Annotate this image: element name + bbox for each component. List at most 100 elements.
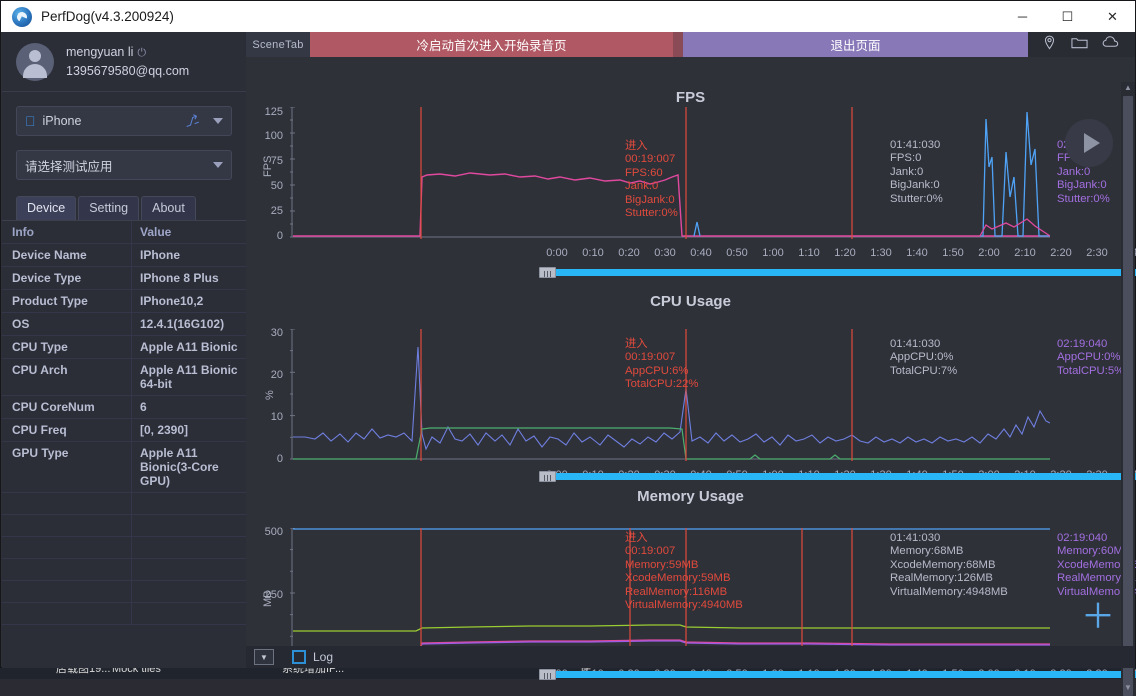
row-label: GPU Type: [2, 442, 132, 492]
chart-title: Memory Usage: [246, 488, 1135, 505]
scene-segment-cold-start[interactable]: 冷启动首次进入开始录音页: [310, 32, 673, 57]
row-label: Product Type: [2, 290, 132, 312]
chevron-down-icon[interactable]: [213, 118, 223, 124]
scrollbar-cpu[interactable]: [539, 471, 1136, 482]
annotation-marker1-cpu: 01:41:030 AppCPU:0% TotalCPU:7%: [890, 338, 957, 378]
vertical-scrollbar[interactable]: ▲ ▼: [1121, 82, 1135, 693]
x-tick: 0:50: [719, 247, 755, 259]
scrollbar-grip-left[interactable]: [539, 267, 556, 278]
y-tick: 30: [249, 327, 283, 339]
log-checkbox[interactable]: [292, 650, 306, 664]
scene-tab-bar: SceneTab 冷启动首次进入开始录音页 退出页面: [246, 32, 1135, 57]
location-pin-icon[interactable]: [1042, 35, 1057, 55]
row-value: IPhone: [132, 244, 246, 266]
perfdog-window: PerfDog(v4.3.200924) ─ ☐ ✕ mengyuan li⏻ …: [0, 0, 1136, 668]
scene-segment-exit-page[interactable]: 退出页面: [683, 32, 1028, 57]
scroll-up-icon[interactable]: ▲: [1124, 83, 1132, 92]
table-row[interactable]: CPU Freq [0, 2390]: [2, 419, 246, 442]
scrollbar-grip-left[interactable]: [539, 669, 556, 680]
sidebar: mengyuan li⏻ 1395679580@qq.com  iPhone …: [2, 32, 246, 668]
row-value: Apple A11 Bionic(3-Core GPU): [132, 442, 246, 492]
scrollbar-track[interactable]: [539, 671, 1136, 678]
close-button[interactable]: ✕: [1090, 1, 1135, 32]
usb-connection-icon: ⎇: [182, 111, 202, 131]
window-title: PerfDog(v4.3.200924): [41, 9, 174, 24]
x-tick: 2:10: [1007, 247, 1043, 259]
add-metric-button[interactable]: ＋: [1081, 602, 1115, 636]
column-header-info: Info: [2, 221, 132, 243]
y-tick: 10: [249, 411, 283, 423]
tab-about[interactable]: About: [141, 196, 196, 220]
table-row[interactable]: OS 12.4.1(16G102): [2, 313, 246, 336]
apple-icon: : [25, 113, 36, 129]
x-tick: 0:30: [647, 247, 683, 259]
tab-device[interactable]: Device: [16, 196, 76, 220]
play-button[interactable]: [1065, 119, 1113, 167]
tab-setting[interactable]: Setting: [78, 196, 139, 220]
x-tick: 0:20: [611, 247, 647, 259]
table-row[interactable]: CPU Type Apple A11 Bionic: [2, 336, 246, 359]
chevron-down-icon[interactable]: [213, 162, 223, 168]
annotation-marker2-cpu: 02:19:040 AppCPU:0% TotalCPU:5%: [1057, 338, 1124, 378]
sidebar-tabs: Device Setting About: [16, 196, 246, 220]
scroll-down-icon[interactable]: ▼: [1124, 683, 1132, 692]
row-value: Apple A11 Bionic: [132, 336, 246, 358]
y-tick: 100: [249, 130, 283, 142]
device-info-table: Info Value Device Name IPhone Device Typ…: [2, 220, 246, 625]
scrollbar-thumb[interactable]: [1123, 96, 1133, 696]
user-profile[interactable]: mengyuan li⏻ 1395679580@qq.com: [2, 32, 246, 91]
device-select-value: iPhone: [43, 114, 82, 128]
x-tick: 2:00: [971, 247, 1007, 259]
annotation-marker1-memory: 01:41:030 Memory:68MB XcodeMemory:68MB R…: [890, 532, 1008, 599]
y-tick: 50: [249, 180, 283, 192]
x-tick: 1:20: [827, 247, 863, 259]
x-tick: 1:10: [791, 247, 827, 259]
scrollbar-fps[interactable]: [539, 267, 1136, 278]
device-select[interactable]:  iPhone ⎇: [16, 106, 232, 136]
annotation-enter-memory: 进入 00:19:007 Memory:59MB XcodeMemory:59M…: [625, 532, 743, 612]
table-row[interactable]: CPU CoreNum 6: [2, 396, 246, 419]
table-row[interactable]: GPU Type Apple A11 Bionic(3-Core GPU): [2, 442, 246, 493]
x-tick: 0:40: [683, 247, 719, 259]
scrollbar-memory[interactable]: [539, 669, 1136, 680]
scrollbar-track[interactable]: [539, 473, 1136, 480]
x-tick: 1:30: [863, 247, 899, 259]
sidebar-divider: [2, 91, 246, 92]
annotation-marker1-fps: 01:41:030 FPS:0 Jank:0 BigJank:0 Stutter…: [890, 139, 943, 206]
minimize-button[interactable]: ─: [1000, 1, 1045, 32]
perfdog-logo-icon: [12, 7, 32, 27]
scrollbar-grip-left[interactable]: [539, 471, 556, 482]
maximize-button[interactable]: ☐: [1045, 1, 1090, 32]
cloud-icon[interactable]: [1102, 35, 1121, 54]
folder-icon[interactable]: [1071, 35, 1088, 55]
title-bar: PerfDog(v4.3.200924) ─ ☐ ✕: [1, 1, 1135, 32]
chart-ylabel: %: [264, 390, 276, 400]
table-row[interactable]: Product Type IPhone10,2: [2, 290, 246, 313]
app-select[interactable]: 请选择测试应用: [16, 150, 232, 180]
annotation-enter-cpu: 进入 00:19:007 AppCPU:6% TotalCPU:22%: [625, 338, 698, 392]
y-tick: 500: [249, 526, 283, 538]
user-email: 1395679580@qq.com: [66, 62, 189, 80]
row-label: CPU Freq: [2, 419, 132, 441]
column-header-value: Value: [132, 221, 246, 243]
x-tick: 1:40: [899, 247, 935, 259]
power-icon[interactable]: ⏻: [137, 46, 146, 62]
avatar: [16, 43, 54, 81]
table-row[interactable]: CPU Arch Apple A11 Bionic 64-bit: [2, 359, 246, 396]
app-select-value: 请选择测试应用: [25, 156, 113, 175]
table-header-row: Info Value: [2, 221, 246, 244]
scrollbar-track[interactable]: [539, 269, 1136, 276]
plot-area: FPS FPS 125 100 75 50 25 0: [246, 57, 1135, 668]
table-row-empty: [2, 493, 246, 515]
table-row-empty: [2, 515, 246, 537]
log-label: Log: [313, 650, 333, 664]
chart-title: CPU Usage: [246, 293, 1135, 310]
annotation-enter-fps: 进入 00:19:007 FPS:60 Jank:0 BigJank:0 Stu…: [625, 140, 678, 220]
row-label: CPU CoreNum: [2, 396, 132, 418]
table-row[interactable]: Device Name IPhone: [2, 244, 246, 267]
collapse-panel-button[interactable]: ▼: [254, 649, 274, 665]
y-tick: 250: [249, 589, 283, 601]
table-row[interactable]: Device Type IPhone 8 Plus: [2, 267, 246, 290]
y-tick: 25: [249, 205, 283, 217]
y-tick: 20: [249, 369, 283, 381]
